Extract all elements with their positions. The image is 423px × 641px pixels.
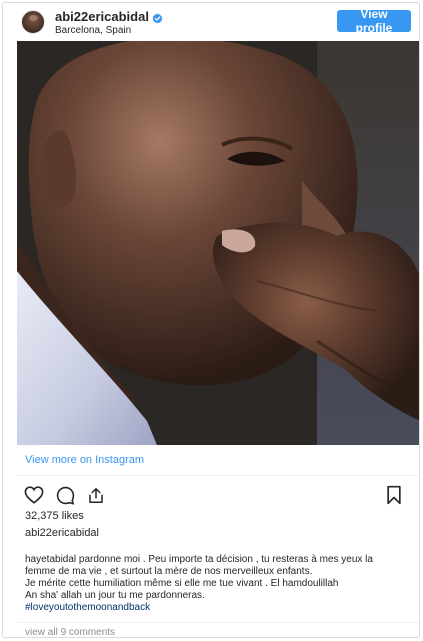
header-username[interactable]: abi22ericabidal: [55, 9, 149, 24]
view-profile-button[interactable]: View profile: [337, 7, 411, 35]
post-header: abi22ericabidal Barcelona, Spain View pr…: [3, 3, 419, 41]
caption: hayetabidal pardonne moi . Peu importe t…: [25, 554, 419, 614]
action-bar: [23, 484, 107, 506]
post-photo[interactable]: [17, 41, 419, 445]
caption-line: femme de ma vie , et surtout la mère de …: [25, 566, 313, 577]
username-row: abi22ericabidal: [55, 9, 163, 24]
instagram-embed-card: abi22ericabidal Barcelona, Spain View pr…: [2, 2, 420, 638]
verified-badge-icon: [152, 11, 163, 24]
avatar[interactable]: [21, 10, 45, 34]
view-all-comments-link[interactable]: view all 9 comments: [25, 627, 115, 637]
view-more-on-instagram-link[interactable]: View more on Instagram: [25, 454, 144, 466]
likes-count[interactable]: 32,375 likes: [25, 510, 84, 522]
caption-line: An sha' allah un jour tu me pardonneras.: [25, 590, 205, 601]
divider: [17, 622, 419, 623]
hashtag-link[interactable]: #loveyoutothemoonandback: [25, 602, 419, 614]
heart-icon[interactable]: [23, 484, 45, 506]
caption-line: hayetabidal pardonne moi . Peu importe t…: [25, 554, 373, 565]
caption-line: Je mérite cette humiliation même si elle…: [25, 578, 339, 589]
divider: [17, 475, 419, 476]
share-icon[interactable]: [85, 484, 107, 506]
location-label[interactable]: Barcelona, Spain: [55, 25, 131, 36]
comment-bubble-icon[interactable]: [54, 484, 76, 506]
bookmark-icon[interactable]: [383, 484, 405, 506]
post-username[interactable]: abi22ericabidal: [25, 527, 99, 539]
